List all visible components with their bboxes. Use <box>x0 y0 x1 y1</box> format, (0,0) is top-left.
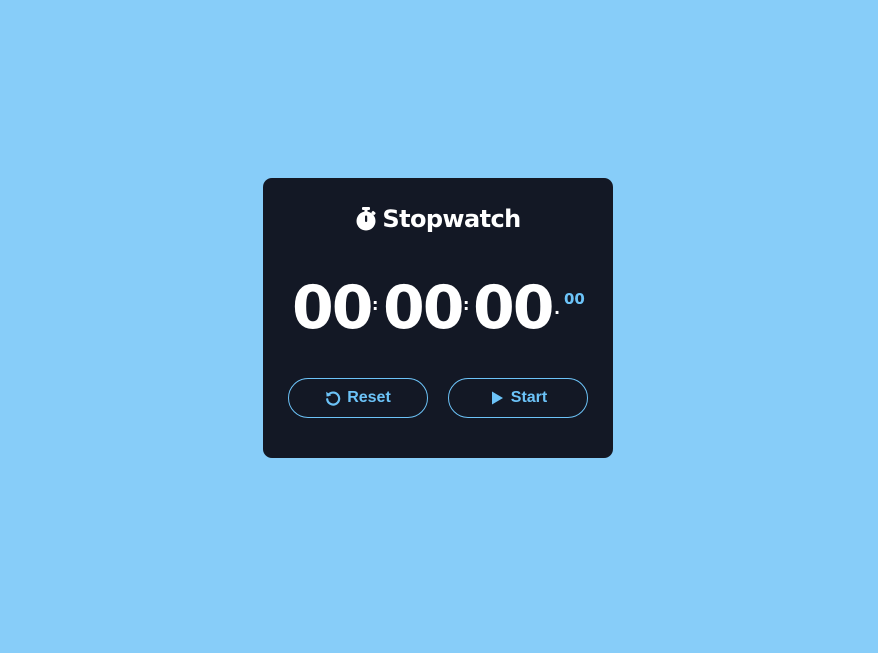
stopwatch-card: Stopwatch 00 : 00 : 00 . 00 Reset Start <box>263 178 613 458</box>
start-label: Start <box>510 389 548 406</box>
stopwatch-icon <box>355 206 377 232</box>
seconds-display: 00 <box>473 273 554 343</box>
app-title: Stopwatch <box>382 205 521 233</box>
time-display: 00 : 00 : 00 . 00 <box>263 273 613 343</box>
separator-colon: : <box>372 295 379 314</box>
reset-button[interactable]: Reset <box>288 378 428 418</box>
start-button[interactable]: Start <box>448 378 588 418</box>
play-icon <box>489 390 505 406</box>
separator-colon: : <box>463 295 470 314</box>
rotate-left-icon <box>325 390 341 406</box>
hundredths-display: 00 <box>564 290 585 308</box>
hours-display: 00 <box>292 273 373 343</box>
title-row: Stopwatch <box>263 205 613 233</box>
minutes-display: 00 <box>383 273 464 343</box>
reset-label: Reset <box>347 389 391 406</box>
separator-dot: . <box>554 299 561 318</box>
